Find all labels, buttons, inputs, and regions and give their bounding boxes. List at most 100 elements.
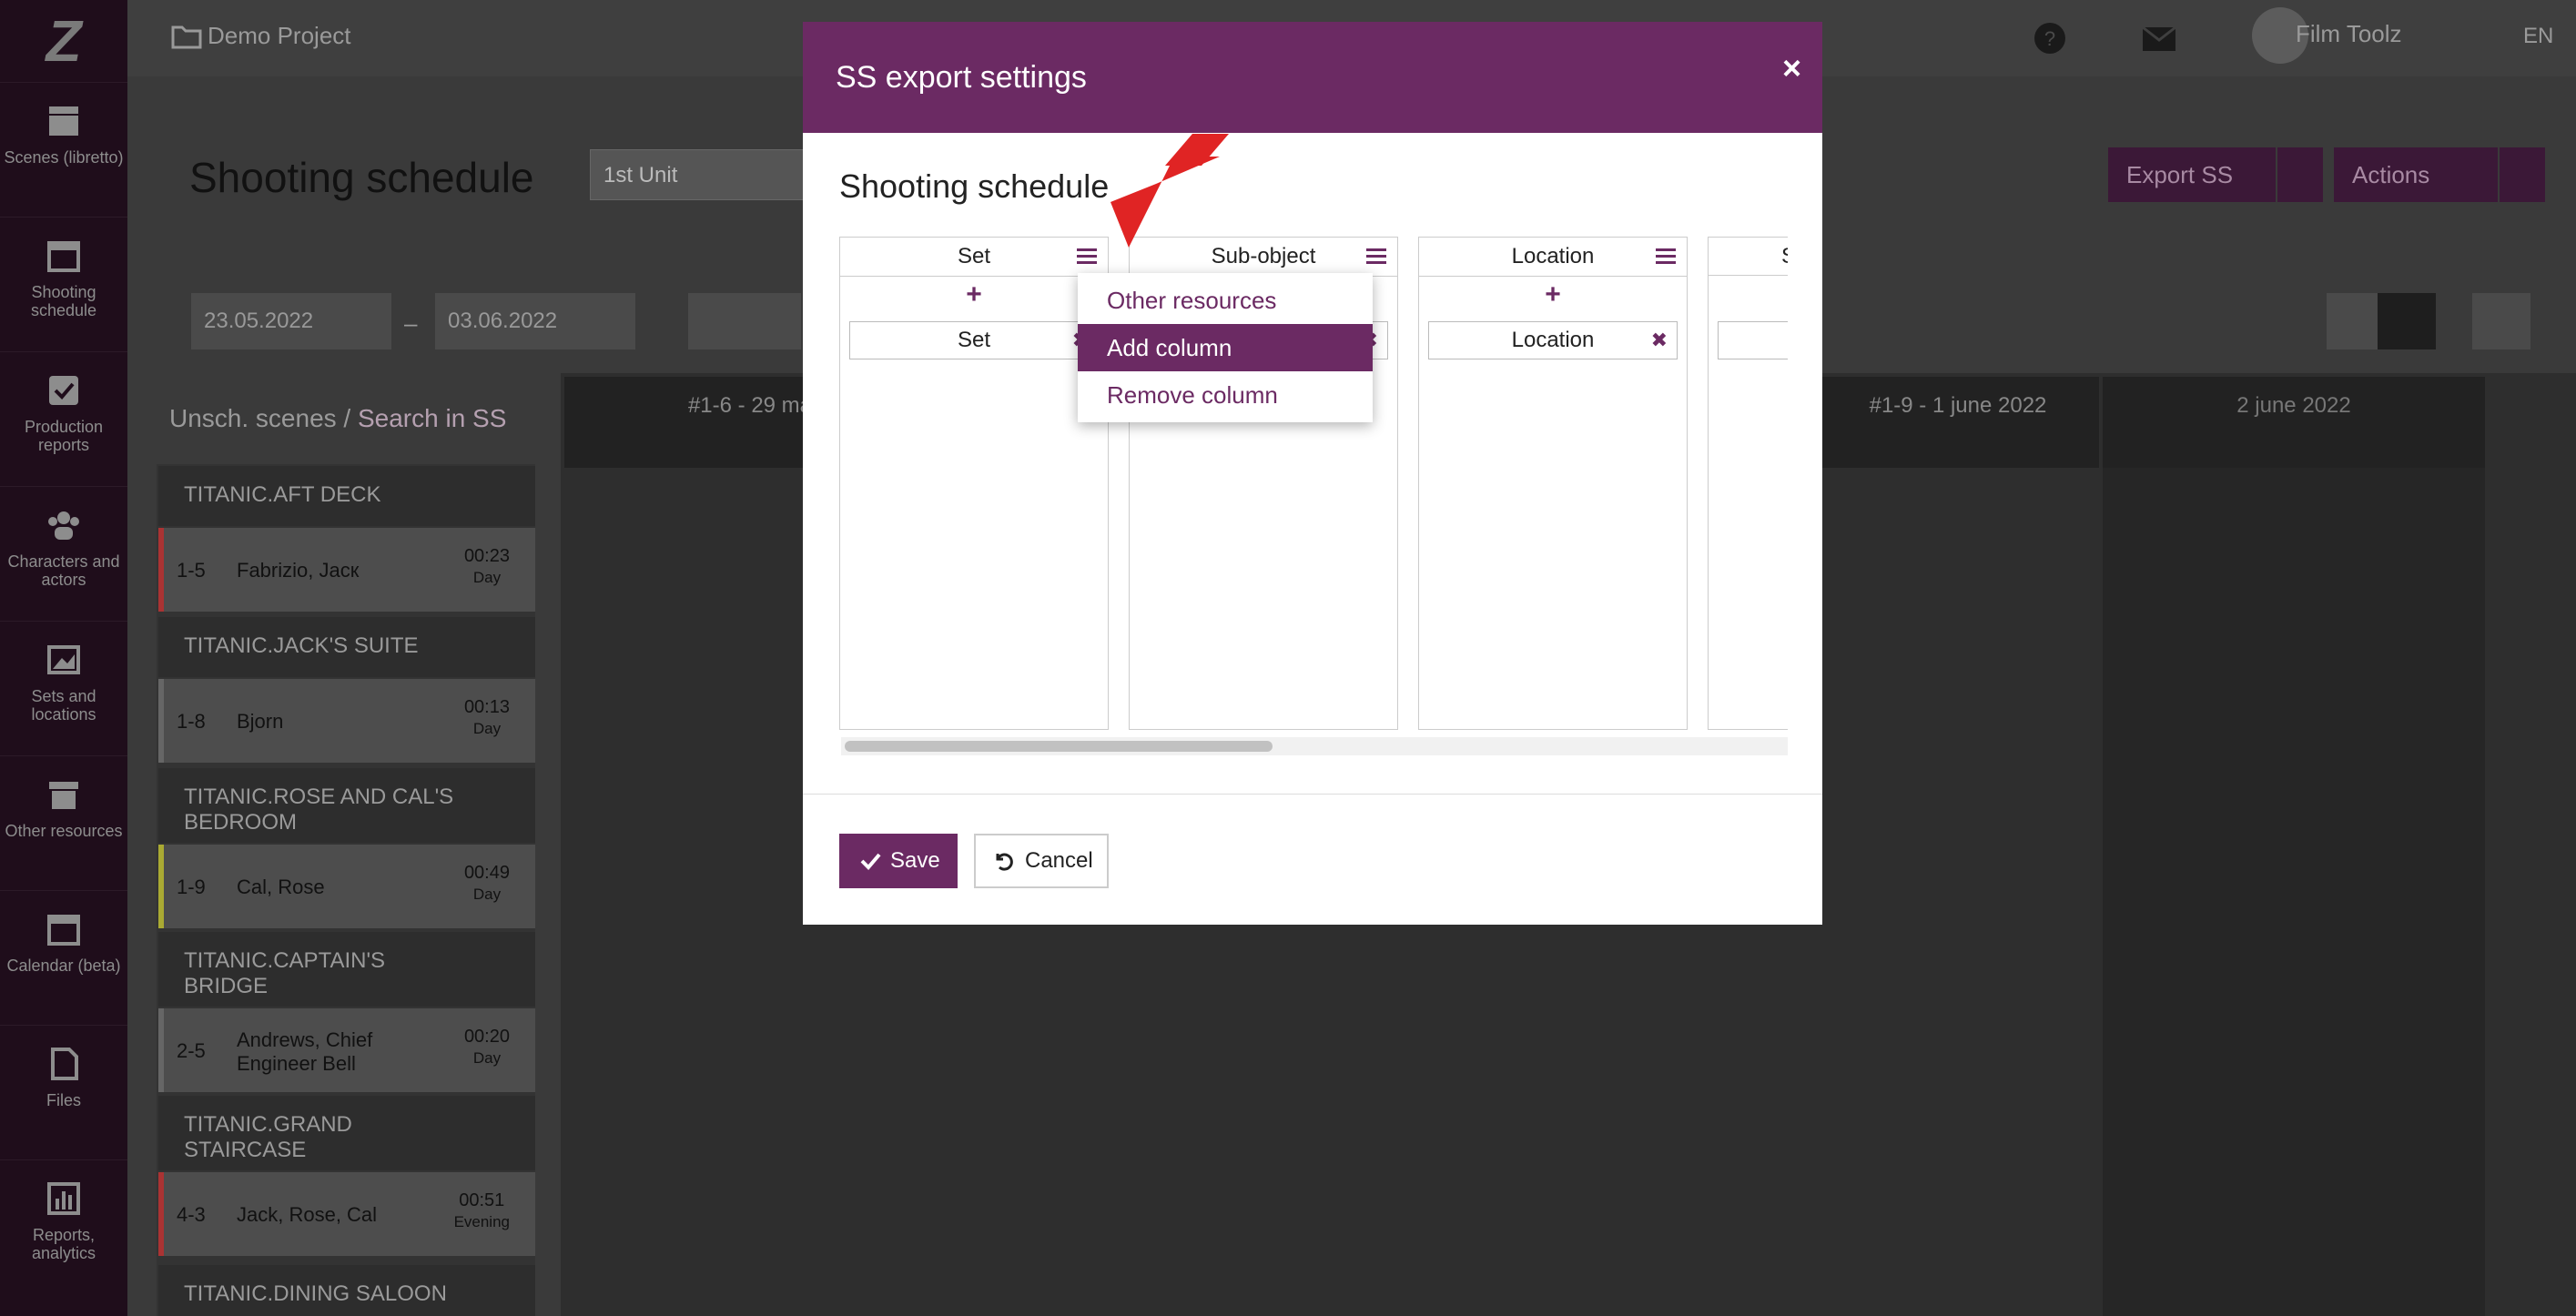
sidebar-item-label: Files — [46, 1091, 81, 1109]
add-item-icon[interactable]: + — [840, 279, 1108, 310]
scrollbar-thumb[interactable] — [845, 741, 1273, 752]
scene-cast: Andrews, Chief Engineer Bell — [237, 1028, 373, 1075]
hamburger-menu-icon[interactable] — [1077, 248, 1097, 268]
svg-text:?: ? — [2044, 27, 2055, 50]
set-group: TITANIC.CAPTAIN'S BRIDGE — [158, 932, 535, 1007]
scene-cast: Cal, Rose — [237, 876, 325, 898]
sidebar-item-label: Sets and locations — [31, 687, 96, 724]
column-chip[interactable] — [1718, 321, 1788, 359]
sidebar-item-other-resources[interactable]: Other resources — [0, 755, 127, 891]
set-group: TITANIC.AFT DECK — [158, 466, 535, 526]
sidebar-item-shooting-schedule[interactable]: Shooting schedule — [0, 217, 127, 352]
calendar-icon — [46, 911, 82, 947]
list-view-button[interactable] — [2327, 293, 2385, 349]
column-header: Location — [1419, 238, 1687, 277]
chart-icon — [46, 1180, 82, 1217]
scene-time: 00:51 Evening — [453, 1190, 510, 1230]
scene-card[interactable]: 2-5 Andrews, Chief Engineer Bell 00:20 Da… — [158, 1008, 535, 1092]
scene-cast: Jack, Rose, Cal — [237, 1203, 378, 1226]
unscheduled-label[interactable]: Unsch. scenes — [169, 404, 337, 432]
help-icon[interactable]: ? — [2032, 20, 2068, 56]
sidebar-item-label: Production reports — [24, 418, 104, 454]
set-group: TITANIC.JACK'S SUITE — [158, 617, 535, 677]
set-group: TITANIC.GRAND STAIRCASE — [158, 1096, 535, 1170]
sidebar-item-files[interactable]: Files — [0, 1025, 127, 1160]
clapper-icon — [46, 103, 82, 139]
day-column — [2103, 468, 2485, 1316]
cancel-label: Cancel — [1025, 848, 1093, 873]
unit-select[interactable]: 1st Unit — [590, 149, 808, 200]
scene-time: 00:49 Day — [463, 863, 510, 903]
export-column-set: Set + Set✖ — [839, 237, 1109, 730]
day-header[interactable]: #1-9 - 1 june 2022 — [1817, 377, 2099, 468]
grid-view-button[interactable] — [2378, 293, 2436, 349]
actions-dropdown-button[interactable] — [2500, 147, 2545, 202]
export-ss-button[interactable]: Export SS — [2108, 147, 2276, 202]
scene-card[interactable]: 1-8 Bjorn 00:13 Day — [158, 679, 535, 763]
sidebar-item-label: Calendar (beta) — [6, 957, 121, 975]
menu-item-add-column[interactable]: Add column — [1078, 324, 1373, 371]
sidebar-item-production-reports[interactable]: Production reports — [0, 351, 127, 487]
export-dropdown-button[interactable] — [2277, 147, 2323, 202]
sidebar-item-label: Reports, analytics — [31, 1226, 96, 1262]
sidebar-item-calendar[interactable]: Calendar (beta) — [0, 890, 127, 1026]
search-input[interactable] — [688, 293, 801, 349]
language-switch[interactable]: EN — [2523, 24, 2553, 49]
close-icon[interactable]: × — [1782, 49, 1801, 87]
sidebar: Z Scenes (libretto) Shooting schedule Pr… — [0, 0, 127, 1316]
actions-button[interactable]: Actions — [2334, 147, 2498, 202]
undo-icon — [996, 853, 1013, 871]
scene-id: 2-5 — [177, 1039, 206, 1062]
save-button[interactable]: Save — [839, 834, 958, 888]
menu-item-remove-column[interactable]: Remove column — [1078, 371, 1373, 419]
save-label: Save — [890, 848, 940, 873]
cancel-button[interactable]: Cancel — [974, 834, 1109, 888]
user-name[interactable]: Film Toolz — [2296, 20, 2402, 48]
menu-item-other-resources[interactable]: Other resources — [1078, 277, 1373, 324]
hamburger-menu-icon[interactable] — [1656, 248, 1676, 268]
app-logo[interactable]: Z — [0, 0, 127, 82]
sidebar-item-label: Scenes (libretto) — [4, 148, 124, 167]
search-in-ss-link[interactable]: Search in SS — [358, 404, 506, 432]
scene-id: 1-5 — [177, 559, 206, 582]
export-column-location: Location + Location ✖ — [1418, 237, 1688, 730]
sidebar-item-label: Characters and actors — [7, 552, 120, 589]
page-title: Shooting schedule — [189, 154, 534, 201]
column-header: Set — [840, 238, 1108, 277]
export-column-clip: S — [1708, 237, 1788, 730]
scene-time: 00:23 Day — [463, 546, 510, 586]
chip-label: Set — [957, 328, 991, 352]
project-name[interactable]: Demo Project — [208, 22, 351, 50]
date-to-input[interactable]: 03.06.2022 — [435, 293, 635, 349]
check-icon — [860, 853, 881, 870]
scene-card[interactable]: 1-5 Fabrizio, Jacк 00:23 Day — [158, 528, 535, 612]
mail-icon[interactable] — [2141, 20, 2177, 56]
checkbox-icon — [46, 372, 82, 409]
export-settings-modal: SS export settings × Shooting schedule S… — [803, 22, 1822, 925]
fullscreen-button[interactable] — [2472, 293, 2530, 349]
hamburger-menu-icon[interactable] — [1366, 248, 1386, 268]
scene-card[interactable]: 4-3 Jack, Rose, Cal 00:51 Evening — [158, 1172, 535, 1256]
set-group: TITANIC.DINING SALOON — [158, 1265, 535, 1316]
sidebar-item-scenes[interactable]: Scenes (libretto) — [0, 82, 127, 218]
section-title: Shooting schedule — [839, 167, 1110, 205]
scene-card[interactable]: 1-9 Cal, Rose 00:49 Day — [158, 845, 535, 928]
date-from-input[interactable]: 23.05.2022 — [191, 293, 391, 349]
remove-chip-icon[interactable]: ✖ — [1651, 322, 1668, 359]
modal-divider — [803, 794, 1822, 795]
column-chip[interactable]: Location ✖ — [1428, 321, 1678, 359]
header-separator: / — [343, 404, 351, 432]
scene-cast: Bjorn — [237, 710, 284, 733]
add-item-icon[interactable]: + — [1419, 279, 1687, 310]
actions-label: Actions — [2352, 161, 2430, 188]
image-icon — [46, 642, 82, 678]
sidebar-item-characters[interactable]: Characters and actors — [0, 486, 127, 622]
scene-id: 1-9 — [177, 876, 206, 898]
day-header[interactable]: 2 june 2022 — [2103, 377, 2485, 468]
column-header: S — [1709, 238, 1788, 276]
column-chip[interactable]: Set✖ — [849, 321, 1099, 359]
sidebar-item-reports[interactable]: Reports, analytics — [0, 1159, 127, 1295]
sidebar-item-label: Shooting schedule — [30, 283, 97, 319]
sidebar-item-sets[interactable]: Sets and locations — [0, 621, 127, 756]
file-icon — [46, 1046, 82, 1082]
